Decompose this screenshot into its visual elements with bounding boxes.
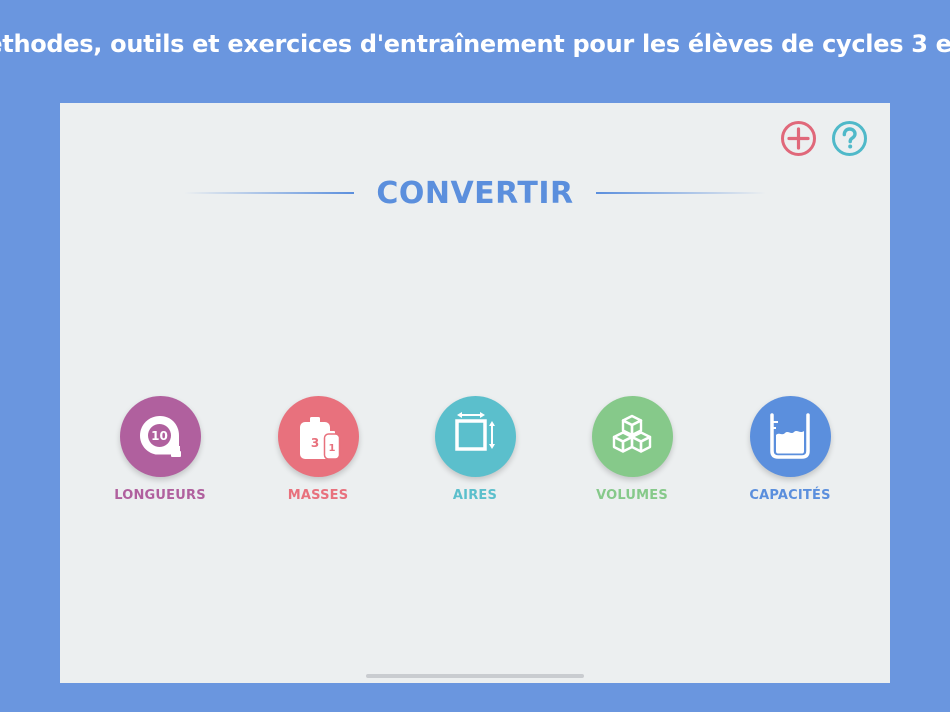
beaker-icon — [770, 412, 810, 459]
help-button[interactable] — [831, 120, 868, 157]
category-volumes[interactable]: VOLUMES — [572, 396, 692, 503]
category-label: CAPACITÉS — [749, 488, 831, 503]
cubes-icon — [612, 414, 652, 453]
category-circle: 3 1 — [277, 396, 359, 477]
title-divider-right — [595, 192, 766, 194]
home-indicator[interactable] — [366, 674, 584, 678]
tape-measure-icon: 10 — [140, 415, 181, 457]
category-circle — [434, 396, 516, 477]
svg-text:1: 1 — [329, 443, 336, 454]
top-actions — [780, 120, 868, 157]
category-label: MASSES — [287, 488, 349, 503]
add-button[interactable] — [780, 120, 817, 157]
svg-text:10: 10 — [151, 429, 168, 443]
category-circle: 10 — [119, 396, 201, 477]
category-masses[interactable]: 3 1 MASSES — [258, 396, 378, 503]
category-aires[interactable]: AIRES — [415, 396, 535, 503]
category-capacites[interactable]: CAPACITÉS — [730, 396, 850, 503]
banner-text: Méthodes, outils et exercices d'entraîne… — [0, 30, 950, 58]
title-divider-left — [184, 192, 355, 194]
category-circle — [591, 396, 673, 477]
category-list: 10 LONGUEURS 3 1 MASSES AIRES VOLUMES CA… — [60, 396, 890, 516]
weights-icon: 3 1 — [300, 416, 341, 460]
page-title: CONVERTIR — [376, 175, 574, 211]
category-label: LONGUEURS — [114, 488, 206, 503]
plus-circle-icon — [781, 121, 816, 156]
banner: Méthodes, outils et exercices d'entraîne… — [0, 0, 950, 88]
category-label: VOLUMES — [596, 488, 668, 503]
svg-text:3: 3 — [311, 436, 319, 450]
app-screen: CONVERTIR 10 LONGUEURS 3 1 MASSES AIRES … — [60, 103, 890, 683]
category-longueurs[interactable]: 10 LONGUEURS — [100, 396, 220, 503]
category-label: AIRES — [452, 488, 498, 503]
title-row: CONVERTIR — [60, 171, 890, 215]
category-circle — [749, 396, 831, 477]
area-square-icon — [455, 411, 495, 451]
question-circle-icon — [832, 121, 867, 156]
